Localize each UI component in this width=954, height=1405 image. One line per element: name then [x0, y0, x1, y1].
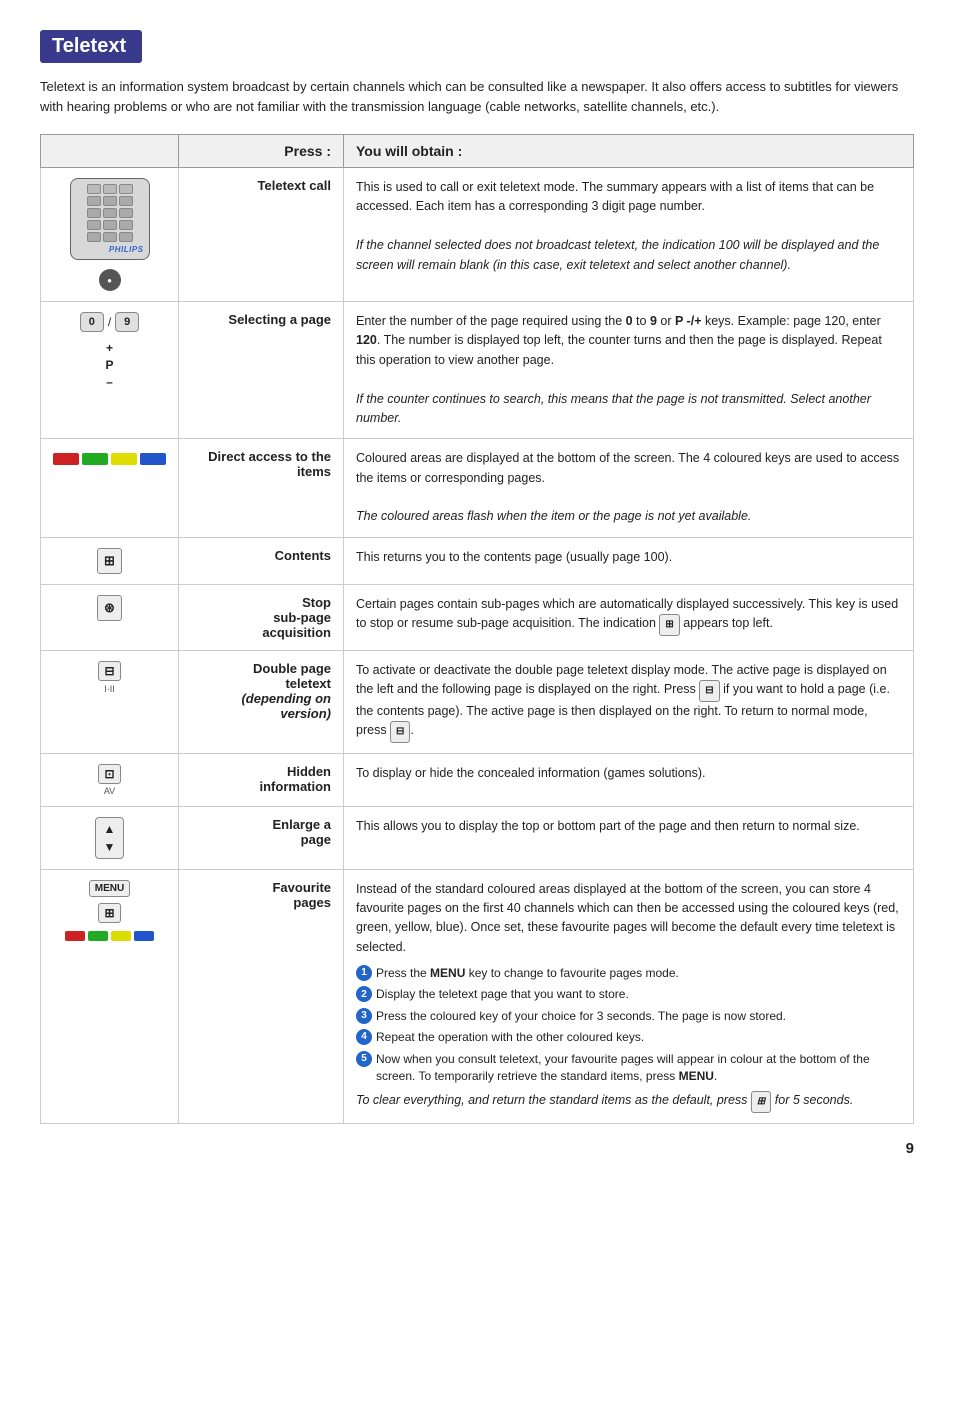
teletext-table: Press : You will obtain :	[40, 134, 914, 1124]
hidden-icon: ⊡	[98, 764, 120, 784]
table-row-selecting-page: 0 / 9 + P – Selecting a page Enter t	[41, 302, 914, 439]
table-row-double-page: ⊟ I·II Double pageteletext(depending on …	[41, 650, 914, 753]
press-double-page: Double pageteletext(depending on version…	[179, 650, 344, 753]
obtain-enlarge: This allows you to display the top or bo…	[344, 806, 914, 869]
fav-step-2: 2 Display the teletext page that you wan…	[356, 986, 901, 1003]
contents-icon: ⊞	[97, 548, 122, 574]
icon-enlarge: ▲ ▼	[41, 806, 179, 869]
icon-teletext-call: PHILIPS ●	[41, 168, 179, 302]
btn-zero: 0	[80, 312, 104, 332]
obtain-contents: This returns you to the contents page (u…	[344, 537, 914, 584]
icon-hidden: ⊡ AV	[41, 753, 179, 806]
stop-subpage-icon: ⊛	[97, 595, 122, 621]
menu-btn: MENU	[89, 880, 130, 897]
icon-contents: ⊞	[41, 537, 179, 584]
table-header: Press : You will obtain :	[41, 135, 914, 168]
obtain-direct-access: Coloured areas are displayed at the bott…	[344, 439, 914, 538]
fav-step-1: 1 Press the MENU key to change to favour…	[356, 965, 901, 982]
table-row-contents: ⊞ Contents This returns you to the conte…	[41, 537, 914, 584]
obtain-selecting-page: Enter the number of the page required us…	[344, 302, 914, 439]
press-direct-access: Direct access to the items	[179, 439, 344, 538]
press-favourite: Favouritepages	[179, 869, 344, 1123]
double-page-icon-top: ⊟	[98, 661, 120, 681]
icon-double-page: ⊟ I·II	[41, 650, 179, 753]
table-row-enlarge: ▲ ▼ Enlarge apage This allows you to dis…	[41, 806, 914, 869]
press-hidden: Hiddeninformation	[179, 753, 344, 806]
table-row-stop-subpage: ⊛ Stopsub-pageacquisition Certain pages …	[41, 584, 914, 650]
press-selecting-page: Selecting a page	[179, 302, 344, 439]
fav-step-5: 5 Now when you consult teletext, your fa…	[356, 1051, 901, 1086]
header-obtain: You will obtain :	[344, 135, 914, 168]
intro-text: Teletext is an information system broadc…	[40, 77, 900, 116]
fav-step-4: 4 Repeat the operation with the other co…	[356, 1029, 901, 1046]
obtain-stop-subpage: Certain pages contain sub-pages which ar…	[344, 584, 914, 650]
page-title-box: Teletext	[40, 30, 142, 63]
obtain-favourite: Instead of the standard coloured areas d…	[344, 869, 914, 1123]
icon-favourite: MENU ⊞	[41, 869, 179, 1123]
table-row-direct-access: Direct access to the items Coloured area…	[41, 439, 914, 538]
obtain-double-page: To activate or deactivate the double pag…	[344, 650, 914, 753]
enlarge-icon: ▲ ▼	[95, 817, 125, 859]
icon-direct-access	[41, 439, 179, 538]
table-row-hidden: ⊡ AV Hiddeninformation To display or hid…	[41, 753, 914, 806]
press-contents: Contents	[179, 537, 344, 584]
fav-contents-icon: ⊞	[98, 903, 120, 923]
obtain-teletext-call: This is used to call or exit teletext mo…	[344, 168, 914, 302]
press-stop-subpage: Stopsub-pageacquisition	[179, 584, 344, 650]
btn-nine: 9	[115, 312, 139, 332]
header-icon-col	[41, 135, 179, 168]
icon-stop-subpage: ⊛	[41, 584, 179, 650]
press-enlarge: Enlarge apage	[179, 806, 344, 869]
fav-step-3: 3 Press the coloured key of your choice …	[356, 1008, 901, 1025]
table-row-teletext-call: PHILIPS ● Teletext call This is used to …	[41, 168, 914, 302]
table-row-favourite: MENU ⊞ Favouritepages Instead of the sta…	[41, 869, 914, 1123]
header-press: Press :	[179, 135, 344, 168]
icon-selecting-page: 0 / 9 + P –	[41, 302, 179, 439]
obtain-hidden: To display or hide the concealed informa…	[344, 753, 914, 806]
press-teletext-call: Teletext call	[179, 168, 344, 302]
page-number: 9	[40, 1140, 914, 1157]
